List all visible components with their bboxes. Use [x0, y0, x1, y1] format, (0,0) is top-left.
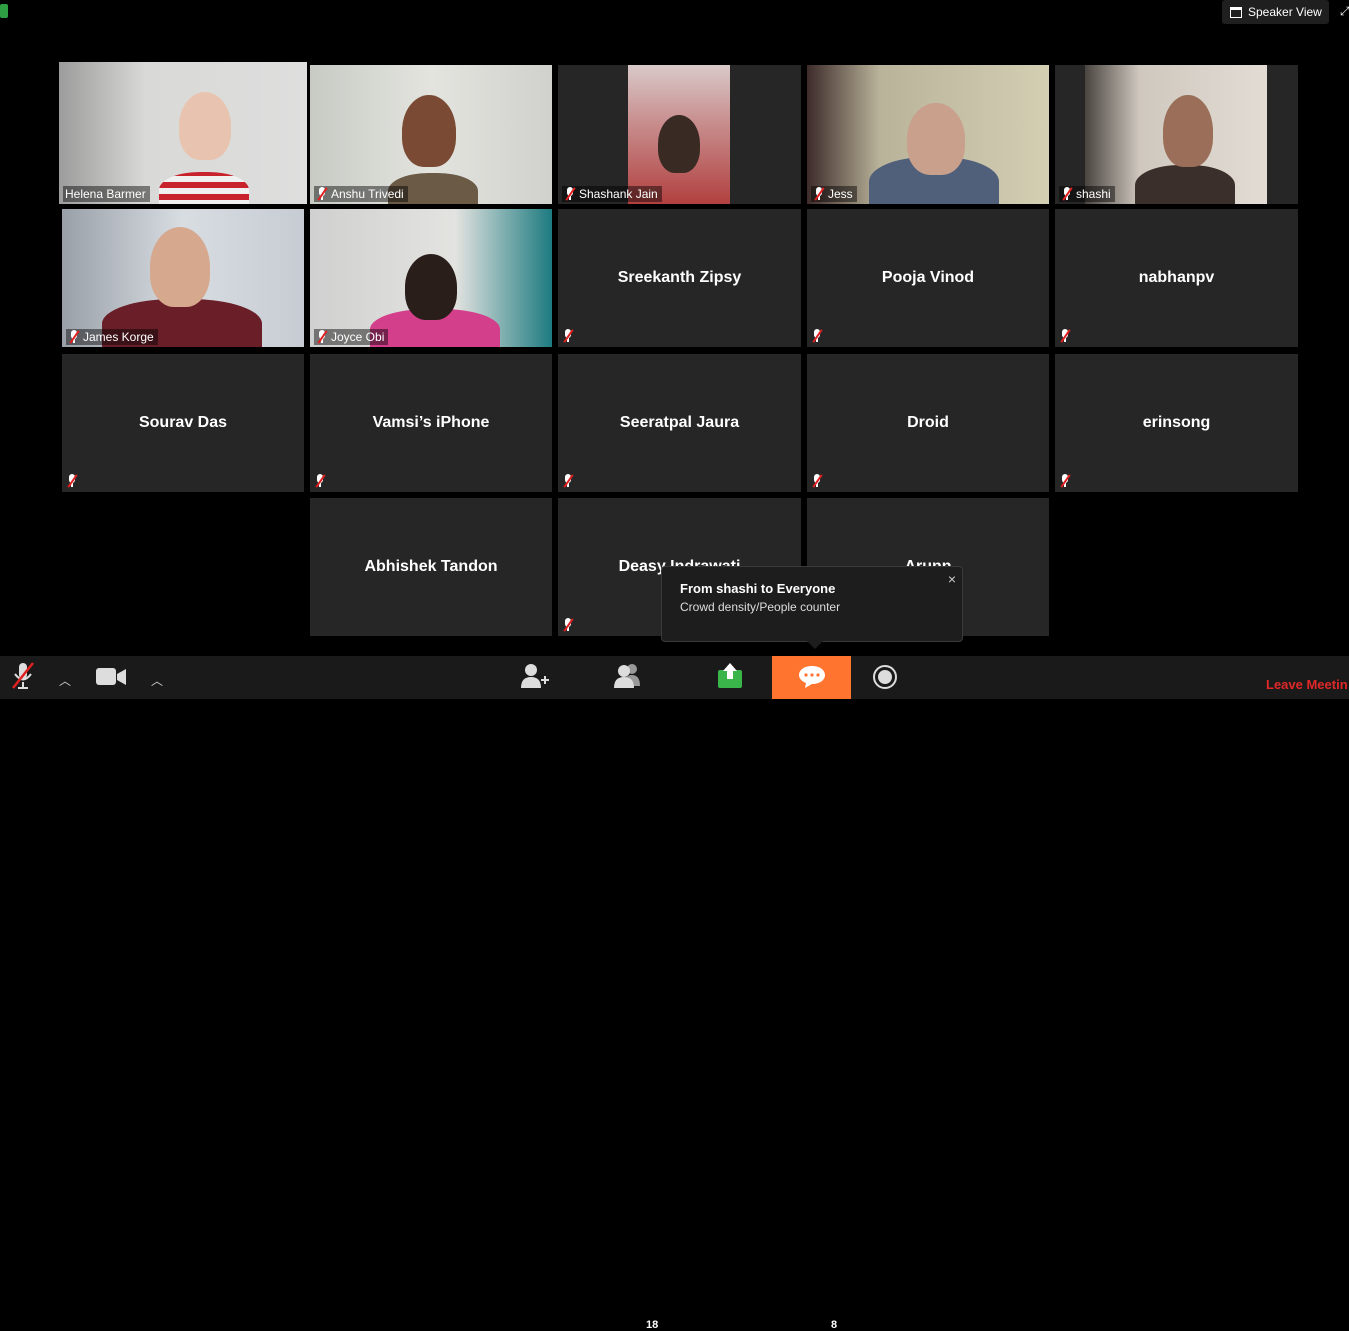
mic-muted-icon: [562, 618, 574, 632]
top-bar: Speaker View ⤢: [0, 0, 1349, 30]
chat-icon: [799, 666, 825, 688]
participants-button[interactable]: [610, 656, 650, 699]
participant-name-label: Joyce Obi: [314, 329, 389, 345]
participant-tile-vamsi[interactable]: Vamsi’s iPhone: [310, 354, 552, 492]
participant-tile-seeratpal[interactable]: Seeratpal Jaura: [558, 354, 801, 492]
mic-muted-icon: [562, 474, 574, 488]
participant-name: Vamsi’s iPhone: [372, 414, 490, 431]
participant-name: Abhishek Tandon: [364, 558, 498, 575]
participants-count-badge: 18: [646, 1319, 659, 1331]
speaker-view-label: Speaker View: [1248, 5, 1322, 19]
participant-tile-erinsong[interactable]: erinsong: [1055, 354, 1298, 492]
share-screen-icon: [718, 663, 742, 688]
video-tile-anshu[interactable]: Anshu Trivedi: [310, 65, 552, 204]
participants-icon: [614, 664, 640, 688]
speaker-view-button[interactable]: Speaker View: [1222, 0, 1329, 24]
mic-muted-icon: [813, 187, 825, 201]
mic-muted-icon: [1061, 187, 1073, 201]
participant-tile-sreekanth[interactable]: Sreekanth Zipsy: [558, 209, 801, 347]
security-shield-icon[interactable]: [0, 4, 8, 18]
chat-message: Crowd density/People counter: [680, 600, 841, 614]
participant-name-label: Shashank Jain: [562, 186, 662, 202]
mic-muted-icon: [68, 330, 80, 344]
share-screen-button[interactable]: [712, 656, 748, 699]
participant-name-label: Anshu Trivedi: [314, 186, 408, 202]
video-tile-helena[interactable]: Helena Barmer: [59, 62, 307, 204]
video-camera-icon: [96, 668, 126, 685]
mic-muted-icon: [12, 662, 34, 689]
mic-muted-icon: [811, 329, 823, 343]
participant-name-label: Helena Barmer: [63, 186, 150, 202]
participant-name: Sourav Das: [138, 414, 228, 431]
participant-name-label: shashi: [1059, 186, 1115, 202]
record-button[interactable]: [870, 656, 900, 699]
video-tile-shashi[interactable]: shashi: [1055, 65, 1298, 204]
mic-muted-icon: [564, 187, 576, 201]
participant-tile-abhishek[interactable]: Abhishek Tandon: [310, 498, 552, 636]
leave-meeting-button[interactable]: Leave Meetin: [1266, 677, 1348, 692]
mic-muted-icon: [314, 474, 326, 488]
mic-muted-icon: [562, 329, 574, 343]
participant-name: Seeratpal Jaura: [619, 414, 740, 431]
video-tile-shashank[interactable]: Shashank Jain: [558, 65, 801, 204]
start-video-button[interactable]: [94, 656, 128, 699]
audio-options-caret-icon[interactable]: ︿: [59, 672, 71, 689]
chat-notification-popup[interactable]: From shashi to Everyone Crowd density/Pe…: [661, 566, 963, 649]
chat-button[interactable]: [772, 656, 851, 699]
participant-name: nabhanpv: [1138, 269, 1215, 286]
participant-name: Droid: [907, 414, 949, 431]
unmute-button[interactable]: [8, 656, 38, 699]
mic-muted-icon: [1059, 474, 1071, 488]
mic-muted-icon: [316, 187, 328, 201]
video-options-caret-icon[interactable]: ︿: [151, 672, 163, 689]
participant-tile-pooja[interactable]: Pooja Vinod: [807, 209, 1049, 347]
chat-sender: From shashi to Everyone: [680, 581, 836, 596]
invite-icon: [521, 664, 549, 688]
record-icon: [873, 665, 897, 689]
mic-muted-icon: [811, 474, 823, 488]
participant-name: Pooja Vinod: [881, 269, 975, 286]
mic-muted-icon: [316, 330, 328, 344]
participant-name-label: Jess: [811, 186, 857, 202]
participant-tile-sourav[interactable]: Sourav Das: [62, 354, 304, 492]
close-icon[interactable]: ×: [948, 571, 956, 587]
video-tile-james[interactable]: James Korge: [62, 209, 304, 347]
mic-muted-icon: [66, 474, 78, 488]
meeting-toolbar: ︿ ︿ 18 8: [0, 656, 1349, 1331]
participant-name: Sreekanth Zipsy: [617, 269, 742, 286]
mic-muted-icon: [1059, 329, 1071, 343]
grid-icon: [1230, 6, 1242, 18]
popup-pointer: [807, 641, 823, 649]
participant-name: erinsong: [1142, 414, 1211, 431]
participant-name-label: James Korge: [66, 329, 158, 345]
fullscreen-icon[interactable]: ⤢: [1340, 5, 1349, 17]
invite-button[interactable]: [518, 656, 552, 699]
participant-tile-droid[interactable]: Droid: [807, 354, 1049, 492]
video-tile-jess[interactable]: Jess: [807, 65, 1049, 204]
participant-tile-nabhanpv[interactable]: nabhanpv: [1055, 209, 1298, 347]
chat-count-badge: 8: [831, 1319, 838, 1331]
video-tile-joyce[interactable]: Joyce Obi: [310, 209, 552, 347]
